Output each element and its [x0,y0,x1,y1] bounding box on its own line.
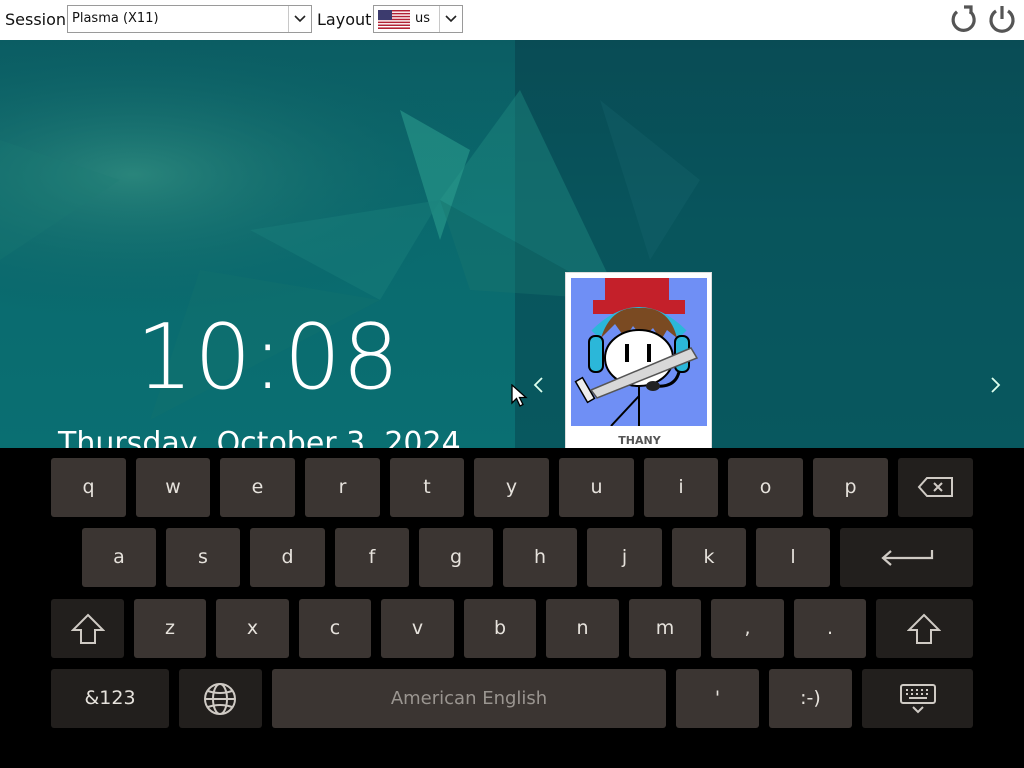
key-a[interactable]: a [82,528,156,587]
power-icon[interactable] [986,3,1018,35]
hide-keyboard-icon [900,684,936,714]
key-t[interactable]: t [390,458,464,517]
session-select[interactable]: Plasma (X11) [67,5,312,33]
key-m[interactable]: m [629,599,701,658]
symbols-key[interactable]: &123 [51,669,169,728]
key-v[interactable]: v [381,599,454,658]
key-apostrophe[interactable]: ' [676,669,759,728]
session-label: Session [5,10,67,29]
key-b[interactable]: b [464,599,536,658]
key-y[interactable]: y [474,458,549,517]
key-n[interactable]: n [546,599,619,658]
language-key[interactable] [179,669,262,728]
key-h[interactable]: h [503,528,577,587]
session-value: Plasma (X11) [72,11,159,26]
key-p[interactable]: p [813,458,888,517]
shift-key-left[interactable] [51,599,124,658]
globe-icon [204,683,236,715]
shift-icon [907,613,941,644]
key-z[interactable]: z [134,599,206,658]
hide-keyboard-key[interactable] [862,669,973,728]
us-flag-icon [378,10,410,29]
key-i[interactable]: i [644,458,718,517]
layout-label: Layout [317,10,372,29]
avatar [571,278,707,426]
chevron-left-icon [533,377,543,393]
clock-date: Thursday, October 3, 2024 [58,426,461,448]
key-e[interactable]: e [220,458,295,517]
greeter-background: 10:08 Thursday, October 3, 2024 THANY [0,40,1024,448]
key-g[interactable]: g [419,528,493,587]
layout-select[interactable]: us [373,5,463,33]
enter-icon [881,550,934,566]
key-c[interactable]: c [299,599,371,658]
reboot-icon[interactable] [948,3,980,35]
key-k[interactable]: k [672,528,746,587]
key-f[interactable]: f [335,528,409,587]
shift-key-right[interactable] [876,599,973,658]
key-l[interactable]: l [756,528,830,587]
user-name: THANY [618,434,661,447]
user-card[interactable]: THANY [565,272,712,448]
next-user-button[interactable] [988,370,1008,400]
previous-user-button[interactable] [530,370,550,400]
space-key[interactable]: American English [272,669,666,728]
key-s[interactable]: s [166,528,240,587]
mouse-cursor-icon [511,384,528,407]
backspace-key[interactable] [898,458,973,517]
key-d[interactable]: d [250,528,325,587]
chevron-right-icon [991,377,1001,393]
backspace-icon [917,477,953,497]
key-x[interactable]: x [216,599,289,658]
key-comma[interactable]: , [711,599,784,658]
key-w[interactable]: w [136,458,210,517]
layout-value: us [415,11,431,26]
key-q[interactable]: q [51,458,126,517]
key-o[interactable]: o [728,458,803,517]
key-j[interactable]: j [587,528,662,587]
key-period[interactable]: . [794,599,866,658]
chevron-down-icon [439,6,462,32]
enter-key[interactable] [840,528,973,587]
virtual-keyboard: q w e r t y u i o p a s d f g h j k l z … [0,448,1024,768]
clock-time: 10:08 [136,305,401,410]
key-u[interactable]: u [559,458,634,517]
key-r[interactable]: r [305,458,380,517]
chevron-down-icon [288,6,311,32]
top-bar: Session Plasma (X11) Layout us [0,0,1024,40]
key-smiley[interactable]: :-) [769,669,852,728]
shift-icon [71,613,105,644]
